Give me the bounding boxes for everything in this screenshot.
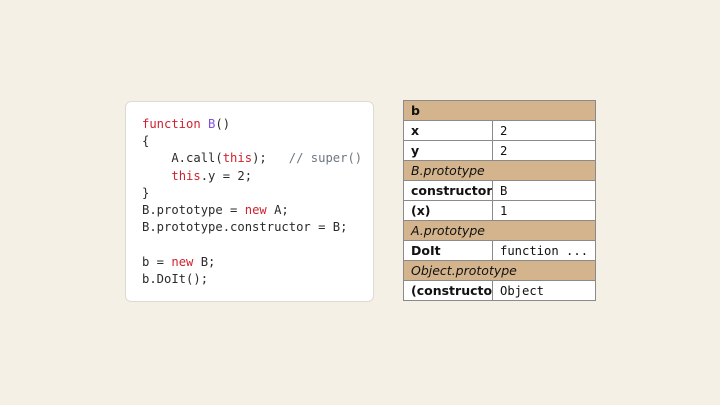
- code-token: A.call(: [142, 151, 223, 166]
- code-line: B.prototype = new A;: [142, 202, 373, 219]
- code-keyword: new: [171, 254, 194, 269]
- code-token: );: [252, 151, 289, 166]
- code-token: b =: [142, 254, 172, 269]
- code-line: }: [142, 185, 373, 202]
- code-line: {: [142, 133, 373, 150]
- property-value: B: [491, 180, 597, 201]
- code-token: }: [142, 185, 150, 200]
- section-header: Object.prototype: [402, 260, 597, 281]
- section-header: A.prototype: [402, 220, 597, 241]
- code-keyword: this: [171, 168, 201, 183]
- property-name: (constructor): [403, 280, 493, 301]
- section-header: b: [402, 100, 597, 121]
- code-line: B.prototype.constructor = B;: [142, 219, 373, 236]
- table-row: (x) 1: [403, 200, 597, 221]
- section-header: B.prototype: [402, 160, 597, 181]
- code-line: A.call(this); // super(): [142, 150, 373, 167]
- property-value: 2: [491, 120, 597, 141]
- table-row: y2: [403, 140, 597, 161]
- code-token: B.prototype =: [142, 202, 245, 217]
- property-name: x: [403, 120, 493, 141]
- code-token: (): [215, 117, 231, 131]
- property-name: constructor: [403, 180, 493, 201]
- code-keyword: function: [142, 117, 201, 131]
- code-keyword: this: [222, 151, 253, 166]
- code-token: b.DoIt();: [142, 271, 209, 286]
- code-token: {: [142, 134, 150, 149]
- property-name: DoIt: [403, 240, 493, 261]
- code-line: b.DoIt();: [142, 271, 373, 288]
- code-token: A;: [266, 202, 289, 217]
- code-panel: function B(){ A.call(this); // super() t…: [125, 101, 374, 302]
- section-header-row: B.prototype: [402, 160, 597, 181]
- table-row: DoIt function ...: [403, 240, 597, 261]
- code-line: b = new B;: [142, 254, 373, 271]
- code-line: this.y = 2;: [142, 168, 373, 185]
- code-token: .y = 2;: [200, 168, 253, 183]
- property-value: Object: [491, 280, 597, 301]
- section-header-row: Object.prototype: [402, 260, 597, 281]
- code-comment: // super(): [288, 151, 363, 166]
- code-token: B;: [193, 254, 216, 269]
- table-row: constructor B: [403, 180, 597, 201]
- table-row: x2: [403, 120, 597, 141]
- table-row: (constructor)Object: [403, 280, 597, 301]
- property-name: y: [403, 140, 493, 161]
- property-value: 1: [491, 200, 597, 221]
- property-name: (x): [403, 200, 493, 221]
- code-keyword: new: [244, 202, 267, 217]
- prototype-chain-table: b x 2 y 2 B.prototype constructor B (x) 1 A.protot…: [402, 100, 597, 301]
- section-header-row: A.prototype: [402, 220, 597, 241]
- property-value: function ...: [491, 240, 597, 261]
- code-block: function B(){ A.call(this); // super() t…: [142, 116, 373, 288]
- property-value: 2: [491, 140, 597, 161]
- section-header-row: b: [402, 100, 597, 121]
- code-token: B.prototype.constructor = B;: [142, 220, 348, 235]
- code-line: function B(): [142, 116, 373, 133]
